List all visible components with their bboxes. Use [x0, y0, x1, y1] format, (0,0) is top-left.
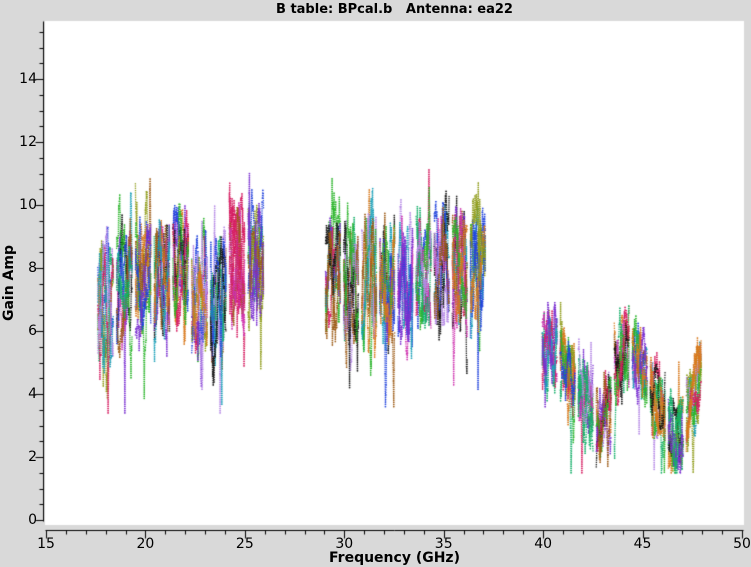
x-tick-label: 35 [435, 536, 453, 552]
y-tick-label: 8 [3, 260, 37, 276]
y-tick-label: 2 [3, 449, 37, 465]
x-tick-label: 40 [534, 536, 552, 552]
x-tick-label: 50 [733, 536, 751, 552]
plot-window: B table: BPcal.b Antenna: ea22 Gain Amp … [0, 0, 751, 567]
x-tick-label: 45 [634, 536, 652, 552]
y-tick-label: 0 [3, 512, 37, 528]
y-tick-label: 12 [3, 134, 37, 150]
x-tick-label: 30 [335, 536, 353, 552]
x-tick-label: 25 [236, 536, 254, 552]
plot-canvas[interactable] [0, 0, 751, 567]
plot-title: B table: BPcal.b Antenna: ea22 [45, 2, 744, 17]
x-axis-title: Frequency (GHz) [45, 550, 744, 566]
y-tick-label: 4 [3, 386, 37, 402]
y-tick-label: 14 [3, 71, 37, 87]
y-tick-label: 6 [3, 323, 37, 339]
y-tick-label: 10 [3, 197, 37, 213]
x-tick-label: 20 [137, 536, 155, 552]
x-tick-label: 15 [37, 536, 55, 552]
y-axis-title: Gain Amp [1, 245, 17, 321]
